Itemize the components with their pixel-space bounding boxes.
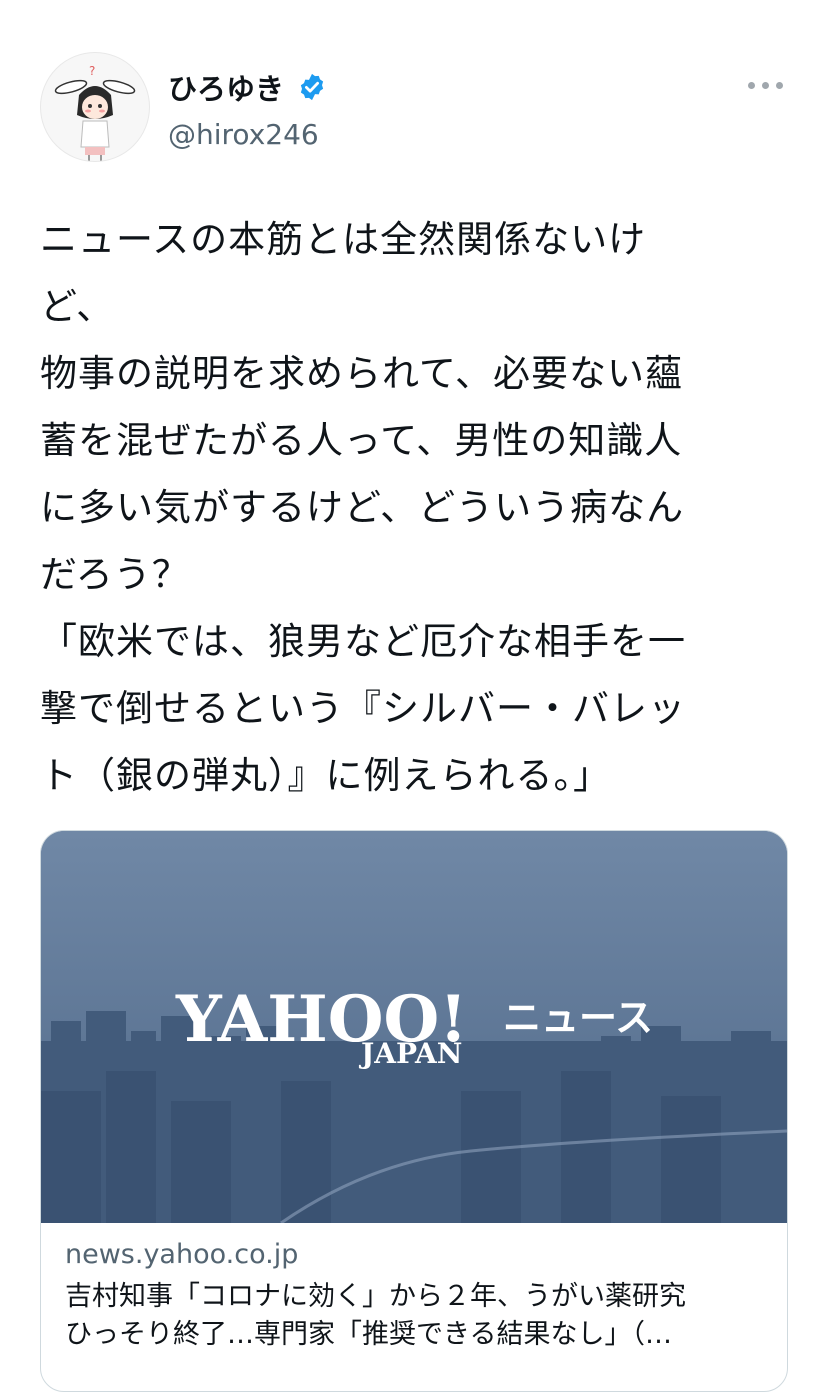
tweet-text-line: 蓄を混ぜたがる人って、男性の知識人 (40, 419, 683, 462)
tweet-text-line: 物事の説明を求められて、必要ない蘊 (40, 352, 684, 395)
user-names: ひろゆき @hirox246 (168, 66, 327, 151)
svg-text:?: ? (89, 64, 95, 78)
yahoo-news-text: ニュース (503, 996, 653, 1040)
tweet-text-line: ト（銀の弾丸）』に例えられる。」 (40, 754, 611, 797)
card-meta: news.yahoo.co.jp 吉村知事「コロナに効く」から２年、うがい薬研究… (65, 1239, 767, 1354)
display-name[interactable]: ひろゆき (168, 66, 284, 108)
tweet-header: ? ひろゆき @hirox246 (40, 52, 788, 162)
card-title-line: 吉村知事「コロナに効く」から２年、うがい薬研究 (65, 1281, 686, 1312)
user-avatar[interactable]: ? (40, 52, 150, 162)
city-skyline-image: YAHOO! JAPAN ニュース (41, 831, 787, 1223)
tweet-text-line: ど、 (40, 285, 115, 328)
verified-badge-icon (300, 73, 324, 101)
tweet-text-line: に多い気がするけど、どういう病なん (40, 486, 685, 529)
user-handle[interactable]: @hirox246 (168, 118, 327, 151)
link-card[interactable]: YAHOO! JAPAN ニュース news.yahoo.co.jp 吉村知事「… (40, 830, 788, 1392)
more-options-icon[interactable] (748, 78, 784, 92)
yahoo-japan-text: JAPAN (358, 1037, 462, 1070)
tweet-text-line: だろう？ (40, 553, 190, 596)
tweet-text-line: 撃で倒せるという『シルバー・バレッ (40, 687, 686, 730)
card-title-line: ひっそり終了…専門家「推奨できる結果なし」（… (65, 1319, 672, 1350)
card-image: YAHOO! JAPAN ニュース (41, 831, 787, 1223)
tweet-text: ニュースの本筋とは全然関係ないけ ど、 物事の説明を求められて、必要ない蘊 蓄を… (40, 206, 800, 809)
card-domain: news.yahoo.co.jp (65, 1239, 299, 1270)
tweet-text-line: 「欧米では、狼男など厄介な相手を一 (40, 620, 686, 663)
character-avatar-icon: ? (54, 64, 136, 161)
tweet-text-line: ニュースの本筋とは全然関係ないけ (40, 218, 647, 261)
card-title: 吉村知事「コロナに効く」から２年、うがい薬研究 ひっそり終了…専門家「推奨できる… (65, 1278, 767, 1354)
